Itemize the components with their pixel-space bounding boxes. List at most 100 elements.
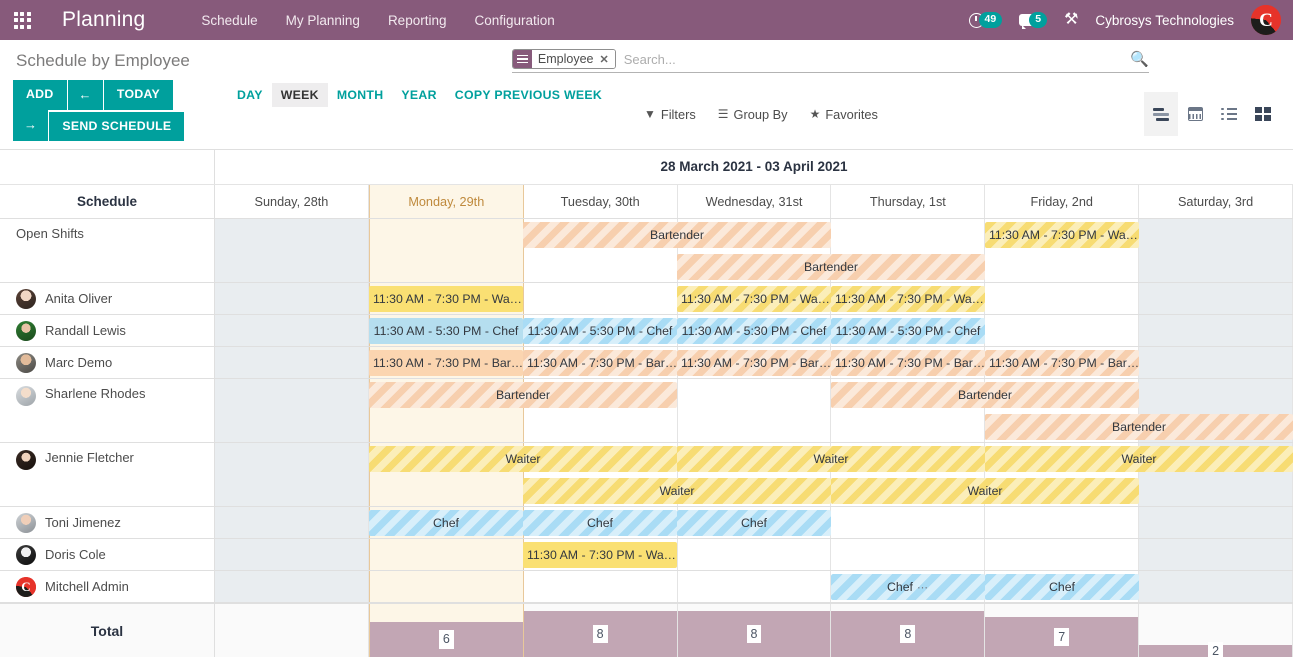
shift-pill[interactable]: 11:30 AM - 5:30 PM - Chef — [677, 318, 831, 344]
magnifier-icon[interactable]: 🔍 — [1124, 50, 1149, 68]
day-header-thursday[interactable]: Thursday, 1st — [831, 185, 986, 218]
gantt-row-cells[interactable]: 11:30 AM - 5:30 PM - Chef 11:30 AM - 5:30… — [215, 315, 1293, 346]
shift-pill[interactable]: 11:30 AM - 7:30 PM - Bar… — [831, 350, 985, 376]
total-cell: 7 — [985, 604, 1140, 657]
shift-pill[interactable]: Chef — [985, 574, 1139, 600]
shift-pill[interactable]: 11:30 AM - 7:30 PM - Bar… — [523, 350, 677, 376]
search-input[interactable] — [615, 49, 1125, 69]
gantt-rows: Open Shifts Bartender 11:30 AM - 7:30 PM -… — [0, 219, 1293, 603]
gantt-row-label-randall-lewis[interactable]: Randall Lewis — [0, 315, 215, 346]
gantt-row: Sharlene Rhodes Bartender Bartender Bartend… — [0, 379, 1293, 443]
view-button-calendar[interactable] — [1178, 92, 1212, 136]
gantt-row-cells[interactable]: Chef ⋯ Chef — [215, 571, 1293, 602]
shift-pill[interactable]: Bartender — [985, 414, 1293, 440]
shift-pill[interactable]: 11:30 AM - 7:30 PM - Bar… — [369, 350, 523, 376]
activity-menu[interactable]: 49 — [968, 11, 1003, 29]
shift-pill[interactable]: Chef ⋯ — [831, 574, 985, 600]
star-icon: ★ — [809, 107, 821, 121]
filter-funnel-icon: ▼ — [644, 107, 656, 121]
filters-dropdown[interactable]: ▼ Filters — [644, 107, 696, 122]
gantt-row-cells[interactable]: 11:30 AM - 7:30 PM - Wa… 11:30 AM - 7:30 … — [215, 283, 1293, 314]
avatar — [16, 320, 36, 341]
gantt-row-cells[interactable]: Chef Chef Chef — [215, 507, 1293, 538]
shift-pill[interactable]: Bartender — [523, 222, 831, 248]
total-cell — [215, 604, 369, 657]
view-button-gantt[interactable] — [1144, 92, 1178, 136]
gantt-row-label-marc-demo[interactable]: Marc Demo — [0, 347, 215, 378]
user-menu-label[interactable]: Cybrosys Technologies — [1095, 13, 1234, 28]
shift-pill[interactable]: 11:30 AM - 7:30 PM - Bar… — [677, 350, 831, 376]
group-by-dropdown[interactable]: ☰ Group By — [718, 107, 788, 122]
gantt-row-cells[interactable]: 11:30 AM - 7:30 PM - Wa… — [215, 539, 1293, 570]
gantt-row-label-sharlene-rhodes[interactable]: Sharlene Rhodes — [0, 379, 215, 442]
day-header-saturday[interactable]: Saturday, 3rd — [1139, 185, 1293, 218]
view-button-list[interactable] — [1212, 92, 1246, 136]
user-avatar[interactable]: C — [1251, 5, 1281, 35]
messages-count-badge: 5 — [1029, 11, 1048, 29]
menu-item-my-planning[interactable]: My Planning — [272, 4, 374, 37]
gantt-row-cells[interactable]: 11:30 AM - 7:30 PM - Bar… 11:30 AM - 7:30… — [215, 347, 1293, 378]
shift-pill[interactable]: Waiter — [831, 478, 1139, 504]
gantt-row-label-toni-jimenez[interactable]: Toni Jimenez — [0, 507, 215, 538]
gantt-row-label-doris-cole[interactable]: Doris Cole — [0, 539, 215, 570]
shift-pill[interactable]: Bartender — [369, 382, 677, 408]
day-headers: Sunday, 28th Monday, 29th Tuesday, 30th … — [215, 185, 1293, 218]
close-icon[interactable]: ✕ — [597, 50, 615, 68]
total-value: 7 — [1054, 627, 1070, 647]
shift-pill[interactable]: 11:30 AM - 5:30 PM - Chef — [523, 318, 677, 344]
gantt-row-cells[interactable]: Waiter Waiter Waiter Waiter Waiter — [215, 443, 1293, 506]
total-cell: 8 — [677, 604, 832, 657]
shift-pill[interactable]: 11:30 AM - 5:30 PM - Chef — [369, 318, 523, 344]
total-bar: 2 — [1139, 641, 1293, 661]
shift-pill[interactable]: Waiter — [677, 446, 985, 472]
shift-pill[interactable]: Chef — [677, 510, 831, 536]
shift-pill[interactable]: 11:30 AM - 7:30 PM - Bar… — [985, 350, 1139, 376]
menu-item-configuration[interactable]: Configuration — [460, 4, 568, 37]
shift-pill[interactable]: Waiter — [523, 478, 831, 504]
shift-pill[interactable]: Waiter — [369, 446, 677, 472]
day-header-wednesday[interactable]: Wednesday, 31st — [678, 185, 832, 218]
day-header-tuesday[interactable]: Tuesday, 30th — [524, 185, 678, 218]
shift-pill[interactable]: 11:30 AM - 7:30 PM - Wa… — [677, 286, 831, 312]
messaging-menu[interactable]: 5 — [1019, 11, 1048, 29]
total-label: Total — [0, 604, 215, 657]
menu-item-reporting[interactable]: Reporting — [374, 4, 461, 37]
gantt-row: Randall Lewis 11:30 AM - 5:30 PM - Chef 11… — [0, 315, 1293, 347]
favorites-dropdown[interactable]: ★ Favorites — [810, 107, 878, 122]
row-name: Open Shifts — [16, 226, 84, 241]
gantt-row-label-anita-oliver[interactable]: Anita Oliver — [0, 283, 215, 314]
shift-pill[interactable]: Waiter — [985, 446, 1293, 472]
search-facet-employee[interactable]: Employee ✕ — [511, 49, 616, 69]
shift-pill[interactable]: 11:30 AM - 7:30 PM - Wa… — [523, 542, 677, 568]
view-button-kanban[interactable] — [1246, 92, 1280, 136]
shift-pill[interactable]: 11:30 AM - 5:30 PM - Chef — [831, 318, 985, 344]
gantt-row-label-open-shifts[interactable]: Open Shifts — [0, 219, 215, 282]
developer-tools-menu[interactable]: ⚒ — [1064, 12, 1078, 28]
day-header-sunday[interactable]: Sunday, 28th — [215, 185, 369, 218]
shift-pill[interactable]: Chef — [523, 510, 677, 536]
kanban-view-icon — [1255, 107, 1271, 121]
menu-item-schedule[interactable]: Schedule — [187, 4, 271, 37]
apps-menu-toggle[interactable] — [0, 0, 44, 40]
gantt-row: Toni Jimenez Chef Chef Chef — [0, 507, 1293, 539]
shift-pill[interactable]: 11:30 AM - 7:30 PM - Wa… — [831, 286, 985, 312]
day-header-monday[interactable]: Monday, 29th — [368, 185, 524, 218]
gantt-row-cells[interactable]: Bartender Bartender Bartender — [215, 379, 1293, 442]
gantt-row-label-jennie-fletcher[interactable]: Jennie Fletcher — [0, 443, 215, 506]
date-range-label: 28 March 2021 - 03 April 2021 — [660, 159, 848, 174]
row-name: Toni Jimenez — [45, 515, 121, 530]
avatar-initial: C — [1259, 9, 1273, 31]
shift-pill[interactable]: Chef — [369, 510, 523, 536]
gantt-row: Anita Oliver 11:30 AM - 7:30 PM - Wa… 11:3… — [0, 283, 1293, 315]
day-header-friday[interactable]: Friday, 2nd — [985, 185, 1140, 218]
gantt-row-label-mitchell-admin[interactable]: Mitchell Admin — [0, 571, 215, 602]
shift-pill[interactable]: Bartender — [677, 254, 985, 280]
shift-pill[interactable]: 11:30 AM - 7:30 PM - Wa… — [369, 286, 523, 312]
row-name: Marc Demo — [45, 355, 113, 370]
gantt-row-cells[interactable]: Bartender 11:30 AM - 7:30 PM - Wa… Bartend… — [215, 219, 1293, 282]
shift-pill[interactable]: 11:30 AM - 7:30 PM - Wa… — [985, 222, 1139, 248]
app-brand-title[interactable]: Planning — [62, 8, 145, 32]
shift-pill[interactable]: Bartender — [831, 382, 1139, 408]
shift-options-icon[interactable]: ⋯ — [913, 582, 929, 594]
search-facet-label: Employee — [531, 50, 598, 68]
